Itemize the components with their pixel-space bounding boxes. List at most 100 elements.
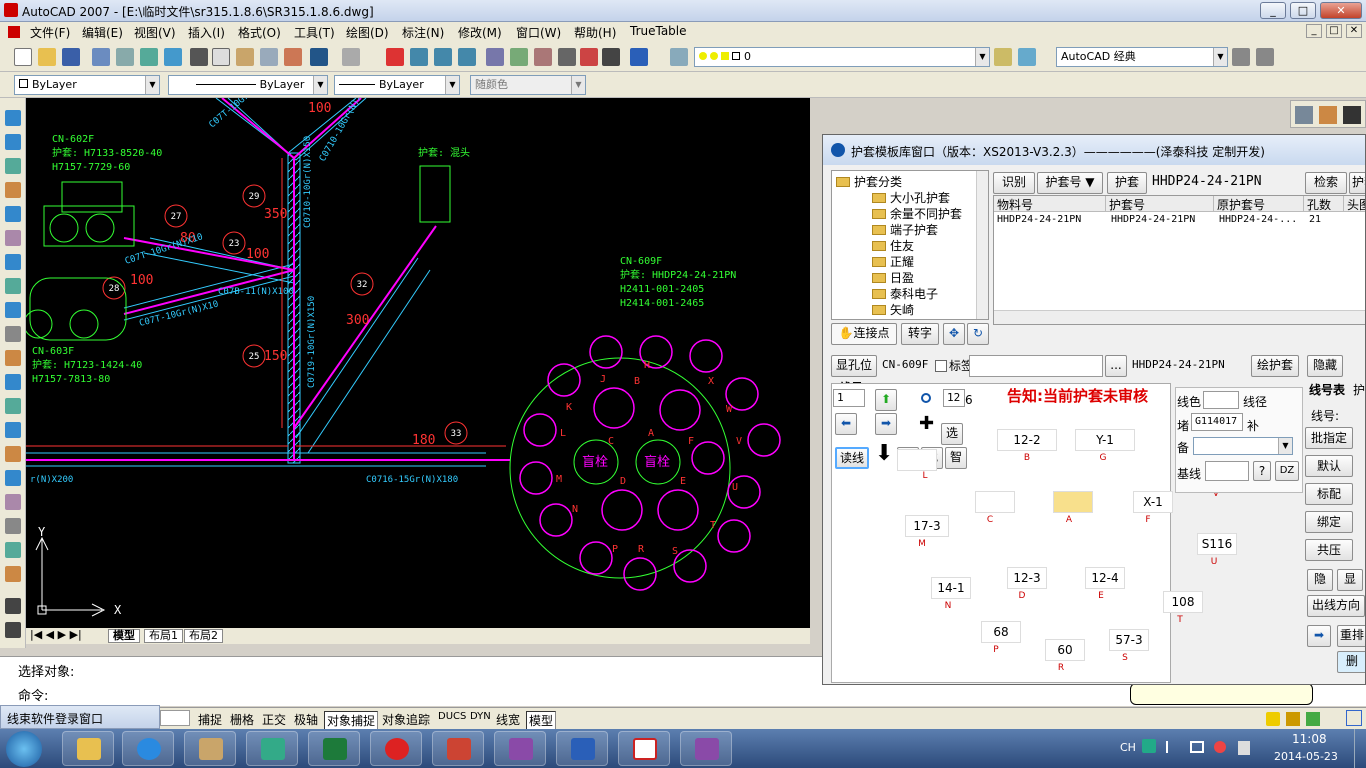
edit-icon[interactable] <box>5 622 21 638</box>
login-window-tab[interactable]: 线束软件登录窗口 <box>0 705 160 729</box>
grid-toggle[interactable]: 栅格 <box>228 711 256 728</box>
hole-cell[interactable]: 12-2 <box>997 429 1057 451</box>
chevron-down-icon[interactable]: ▼ <box>1213 48 1227 66</box>
sheath-no-select[interactable]: 护套号 ▼ <box>1037 172 1103 194</box>
menu-view[interactable]: 视图(V) <box>134 24 176 41</box>
search-button[interactable]: 检索 <box>1305 172 1347 194</box>
hole-cell[interactable] <box>897 449 937 471</box>
pan-icon[interactable] <box>386 48 404 66</box>
drawing-canvas[interactable]: 29 27 23 28 32 25 33 100 350 80 100 300 … <box>26 98 810 628</box>
pencil-icon[interactable] <box>1319 106 1337 124</box>
identify-button[interactable]: 识别 <box>993 172 1035 194</box>
volume-muted-icon[interactable] <box>1214 741 1226 753</box>
clock-date[interactable]: 2014-05-23 <box>1274 750 1338 763</box>
show-desktop-button[interactable] <box>1354 729 1366 768</box>
sheath-field[interactable]: HHDP24-24-21PN <box>1129 355 1247 377</box>
hole-cell[interactable]: 68 <box>981 621 1021 643</box>
design-center-icon[interactable] <box>510 48 528 66</box>
undo-icon[interactable] <box>310 48 328 66</box>
maximize-button[interactable]: □ <box>1290 2 1316 19</box>
publish-icon[interactable] <box>140 48 158 66</box>
taskbar-word[interactable] <box>556 731 608 766</box>
hole-cell[interactable]: 12-3 <box>1007 567 1047 589</box>
read-wire-button[interactable]: 读线 <box>835 447 869 469</box>
paste-icon[interactable] <box>236 48 254 66</box>
sheath-grid[interactable]: 物料号 护套号 原护套号 孔数 头图 HHDP24-24-21PN HHDP24… <box>993 195 1365 325</box>
polar-toggle[interactable]: 极轴 <box>292 711 320 728</box>
layer-state-icon[interactable] <box>1018 48 1036 66</box>
tool-palette-icon[interactable] <box>534 48 552 66</box>
tree-item[interactable]: 泰科电子 <box>872 285 938 301</box>
spin-1[interactable]: 1 <box>833 389 865 407</box>
taskbar-files[interactable] <box>184 731 236 766</box>
color-select[interactable]: ByLayer ▼ <box>14 75 160 95</box>
move-icon[interactable]: ✥ <box>943 323 965 345</box>
open-icon[interactable] <box>38 48 56 66</box>
tree-item[interactable]: 大小孔护套 <box>872 189 950 205</box>
point-icon[interactable] <box>5 398 21 414</box>
grid-header[interactable]: 原护套号 <box>1214 196 1304 212</box>
hole-cell[interactable]: 14-1 <box>931 577 971 599</box>
batch-assign-button[interactable]: 批指定 <box>1305 427 1353 449</box>
table-cell[interactable]: 21 <box>1306 214 1321 228</box>
hole-cell[interactable]: 17-3 <box>905 515 949 537</box>
tab-layout1[interactable]: 布局1 <box>144 629 183 643</box>
chevron-down-icon[interactable]: ▼ <box>445 76 459 94</box>
workspace-save-icon[interactable] <box>1256 48 1274 66</box>
category-tree[interactable]: 护套分类 大小孔护套 余量不同护套 端子护套 住友 正耀 日盈 泰科电子 矢崎 <box>831 170 989 320</box>
lock-icon[interactable] <box>1286 712 1300 726</box>
arc-icon[interactable] <box>5 230 21 246</box>
start-button[interactable] <box>6 731 42 767</box>
line-icon[interactable] <box>5 110 21 126</box>
properties-icon[interactable] <box>486 48 504 66</box>
tray-settings-icon[interactable] <box>1306 712 1320 726</box>
hole-cell[interactable]: X-1 <box>1133 491 1173 513</box>
connect-button[interactable]: ✋连接点 <box>831 323 897 345</box>
doc-close-button[interactable]: ✕ <box>1346 24 1362 38</box>
plug-input[interactable]: G114017 <box>1191 413 1243 431</box>
user-icon[interactable] <box>5 566 21 582</box>
remark-select[interactable]: ▼ <box>1193 437 1293 455</box>
grid-hscroll[interactable] <box>994 310 1365 324</box>
menu-help[interactable]: 帮助(H) <box>574 24 616 41</box>
chevron-down-icon[interactable]: ▼ <box>145 76 159 94</box>
hole-cell[interactable]: 108 <box>1163 591 1203 613</box>
grid-header[interactable]: 头图 <box>1344 196 1365 212</box>
line-icon[interactable] <box>1295 106 1313 124</box>
new-icon[interactable] <box>14 48 32 66</box>
hole-cell[interactable]: 12-4 <box>1085 567 1125 589</box>
hole-cell[interactable] <box>975 491 1015 513</box>
menu-insert[interactable]: 插入(I) <box>188 24 225 41</box>
select-button[interactable]: 选 <box>941 423 963 445</box>
tree-item[interactable]: 矢崎 <box>872 301 914 317</box>
base-wire-input[interactable] <box>1205 461 1249 481</box>
spin-2[interactable]: 12 <box>943 389 965 407</box>
hole-cell[interactable]: 60 <box>1045 639 1085 661</box>
layer-manager-icon[interactable] <box>670 48 688 66</box>
network-icon[interactable] <box>1190 741 1204 753</box>
layer-previous-icon[interactable] <box>994 48 1012 66</box>
workspace-settings-icon[interactable] <box>1232 48 1250 66</box>
tree-scrollbar[interactable] <box>976 171 988 319</box>
rotate-text-button[interactable]: 转字 <box>901 323 939 345</box>
dz-button[interactable]: DZ <box>1275 461 1299 481</box>
markup-icon[interactable] <box>580 48 598 66</box>
browse-button[interactable]: ... <box>1105 355 1127 377</box>
taskbar-ie[interactable] <box>122 731 174 766</box>
tab-layout2[interactable]: 布局2 <box>184 629 223 643</box>
dyn-toggle[interactable]: DYN <box>468 711 493 722</box>
hole-cell[interactable]: 57-3 <box>1109 629 1149 651</box>
standard-button[interactable]: 标配 <box>1305 483 1353 505</box>
smart-button[interactable]: 智 <box>945 447 967 469</box>
hole-cell[interactable]: Y-1 <box>1075 429 1135 451</box>
chevron-down-icon[interactable]: ▼ <box>975 48 989 66</box>
chevron-down-icon[interactable]: ▼ <box>1278 438 1292 454</box>
arrow-right-icon[interactable]: ➡ <box>875 413 897 435</box>
tag-checkbox[interactable] <box>935 360 947 372</box>
connector-field[interactable]: CN-609F <box>879 355 933 377</box>
taskbar-app[interactable] <box>618 731 670 766</box>
ortho-toggle[interactable]: 正交 <box>260 711 288 728</box>
radio-button[interactable] <box>921 393 931 403</box>
save-icon[interactable] <box>62 48 80 66</box>
menu-format[interactable]: 格式(O) <box>238 24 281 41</box>
